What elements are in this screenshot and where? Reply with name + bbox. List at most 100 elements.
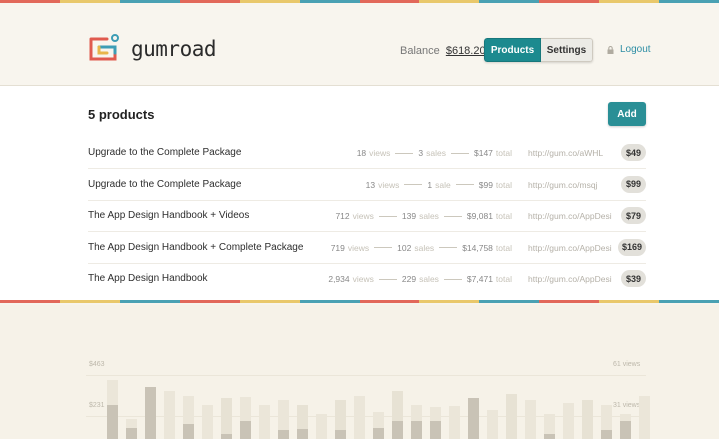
chart-right-tick-middle: 31 views <box>613 402 641 409</box>
chart-bar <box>259 404 270 439</box>
logout-label: Logout <box>620 44 651 55</box>
logo-text: gumroad <box>131 37 217 61</box>
total-label: total <box>495 179 512 190</box>
views-count: 13 <box>365 179 376 190</box>
chart-bar <box>221 398 232 439</box>
chart-bar <box>335 429 346 439</box>
add-product-button[interactable]: Add <box>608 102 646 126</box>
stripe-segment <box>599 300 660 303</box>
product-name[interactable]: The App Design Handbook <box>88 273 208 284</box>
stat-divider <box>455 184 474 185</box>
stat-divider <box>395 152 414 154</box>
lock-icon <box>607 45 614 54</box>
sales-label: sales <box>414 242 435 253</box>
product-url[interactable]: http://gum.co/AppDesig <box>528 243 612 253</box>
chart-bar <box>525 400 536 439</box>
chart-bar <box>468 398 479 439</box>
table-row[interactable]: The App Design Handbook 2,934 views 229 sale… <box>88 264 646 295</box>
sales-count: 1 <box>427 179 433 190</box>
product-stats: 2,934 views 229 sales $7,471 total <box>328 274 512 284</box>
stat-divider <box>378 215 397 217</box>
stat-divider <box>443 278 462 280</box>
product-name[interactable]: Upgrade to the Complete Package <box>88 147 241 158</box>
sales-label: sale <box>435 179 451 190</box>
chart-bar <box>145 386 156 439</box>
views-label: views <box>378 179 400 190</box>
price-badge: $169 <box>617 238 646 256</box>
chart-bar <box>126 427 137 439</box>
table-row[interactable]: The App Design Handbook + Complete Packa… <box>88 233 646 264</box>
stripe-segment <box>419 300 480 303</box>
sales-label: sales <box>419 211 439 221</box>
total-label: total <box>495 148 512 158</box>
chart-bar <box>506 393 517 439</box>
sales-count: 229 <box>401 274 417 284</box>
sales-label: sales <box>419 274 439 284</box>
stripe-segment <box>299 300 360 303</box>
product-name[interactable]: The App Design Handbook + Complete Packa… <box>88 242 303 253</box>
stripe-segment <box>659 300 719 303</box>
chart-bar <box>202 404 213 439</box>
products-count-title: 5 products <box>88 107 155 122</box>
table-row[interactable]: Upgrade to the Complete Package 13 views 1 s… <box>88 170 646 201</box>
chart-bar <box>392 420 403 439</box>
stripe-segment <box>479 300 540 303</box>
products-panel: 5 products Add Upgrade to the Complete P… <box>0 86 719 301</box>
stripe-segment <box>59 300 120 303</box>
total-label: total <box>495 274 512 284</box>
product-url[interactable]: http://gum.co/AppDesig <box>528 211 612 221</box>
stripe-segment <box>119 300 180 303</box>
sales-chart: $463 $231 61 views 31 views <box>0 305 719 439</box>
sales-count: 3 <box>418 148 424 158</box>
logout-link[interactable]: Logout <box>607 44 651 55</box>
middle-color-stripe <box>0 300 719 303</box>
table-row[interactable]: Upgrade to the Complete Package 18 views 3 s… <box>88 138 646 169</box>
product-name[interactable]: The App Design Handbook + Videos <box>88 210 249 221</box>
chart-bar <box>183 424 194 439</box>
product-url[interactable]: http://gum.co/msqj <box>528 180 612 190</box>
sales-count: 102 <box>397 242 412 253</box>
nav-button-group: Products Settings <box>484 38 593 62</box>
settings-button[interactable]: Settings <box>541 38 593 62</box>
chart-bar <box>639 395 650 439</box>
stat-divider <box>374 247 393 248</box>
stat-divider <box>404 184 423 185</box>
balance-label: Balance <box>400 45 440 57</box>
total-amount: $147 <box>474 148 493 158</box>
logo[interactable]: gumroad <box>87 33 217 65</box>
stripe-segment <box>359 300 420 303</box>
product-name[interactable]: Upgrade to the Complete Package <box>88 179 241 190</box>
chart-bar <box>240 420 251 439</box>
chart-bar <box>563 402 574 439</box>
chart-bar <box>297 428 308 439</box>
price-badge: $49 <box>621 144 646 161</box>
sales-count: 139 <box>401 211 417 221</box>
product-stats: 712 views 139 sales $9,081 total <box>335 211 512 221</box>
stat-divider <box>439 247 458 248</box>
chart-bar <box>430 420 441 439</box>
product-url[interactable]: http://gum.co/AppDesig <box>528 274 612 284</box>
chart-bar <box>411 420 422 439</box>
chart-bar <box>354 395 365 439</box>
chart-bar <box>221 434 232 439</box>
table-row[interactable]: The App Design Handbook + Videos 712 views… <box>88 201 646 232</box>
price-badge: $99 <box>621 175 646 193</box>
stripe-segment <box>179 300 240 303</box>
product-url[interactable]: http://gum.co/aWHL <box>528 148 612 158</box>
balance-amount-link[interactable]: $618.20 <box>446 45 486 57</box>
total-amount: $14,758 <box>462 242 493 253</box>
products-button[interactable]: Products <box>484 38 541 62</box>
chart-gridline-top <box>86 375 646 376</box>
chart-left-tick-middle: $231 <box>89 402 105 409</box>
total-amount: $9,081 <box>466 211 493 221</box>
stat-divider <box>451 152 469 154</box>
chart-left-tick-top: $463 <box>89 361 105 368</box>
chart-bar <box>620 420 631 439</box>
views-count: 18 <box>356 148 367 158</box>
chart-bar <box>601 429 612 439</box>
chart-bar <box>487 409 498 439</box>
stat-divider <box>443 215 462 217</box>
chart-bar <box>449 406 460 439</box>
chart-bar <box>316 414 327 439</box>
chart-bar <box>278 429 289 439</box>
